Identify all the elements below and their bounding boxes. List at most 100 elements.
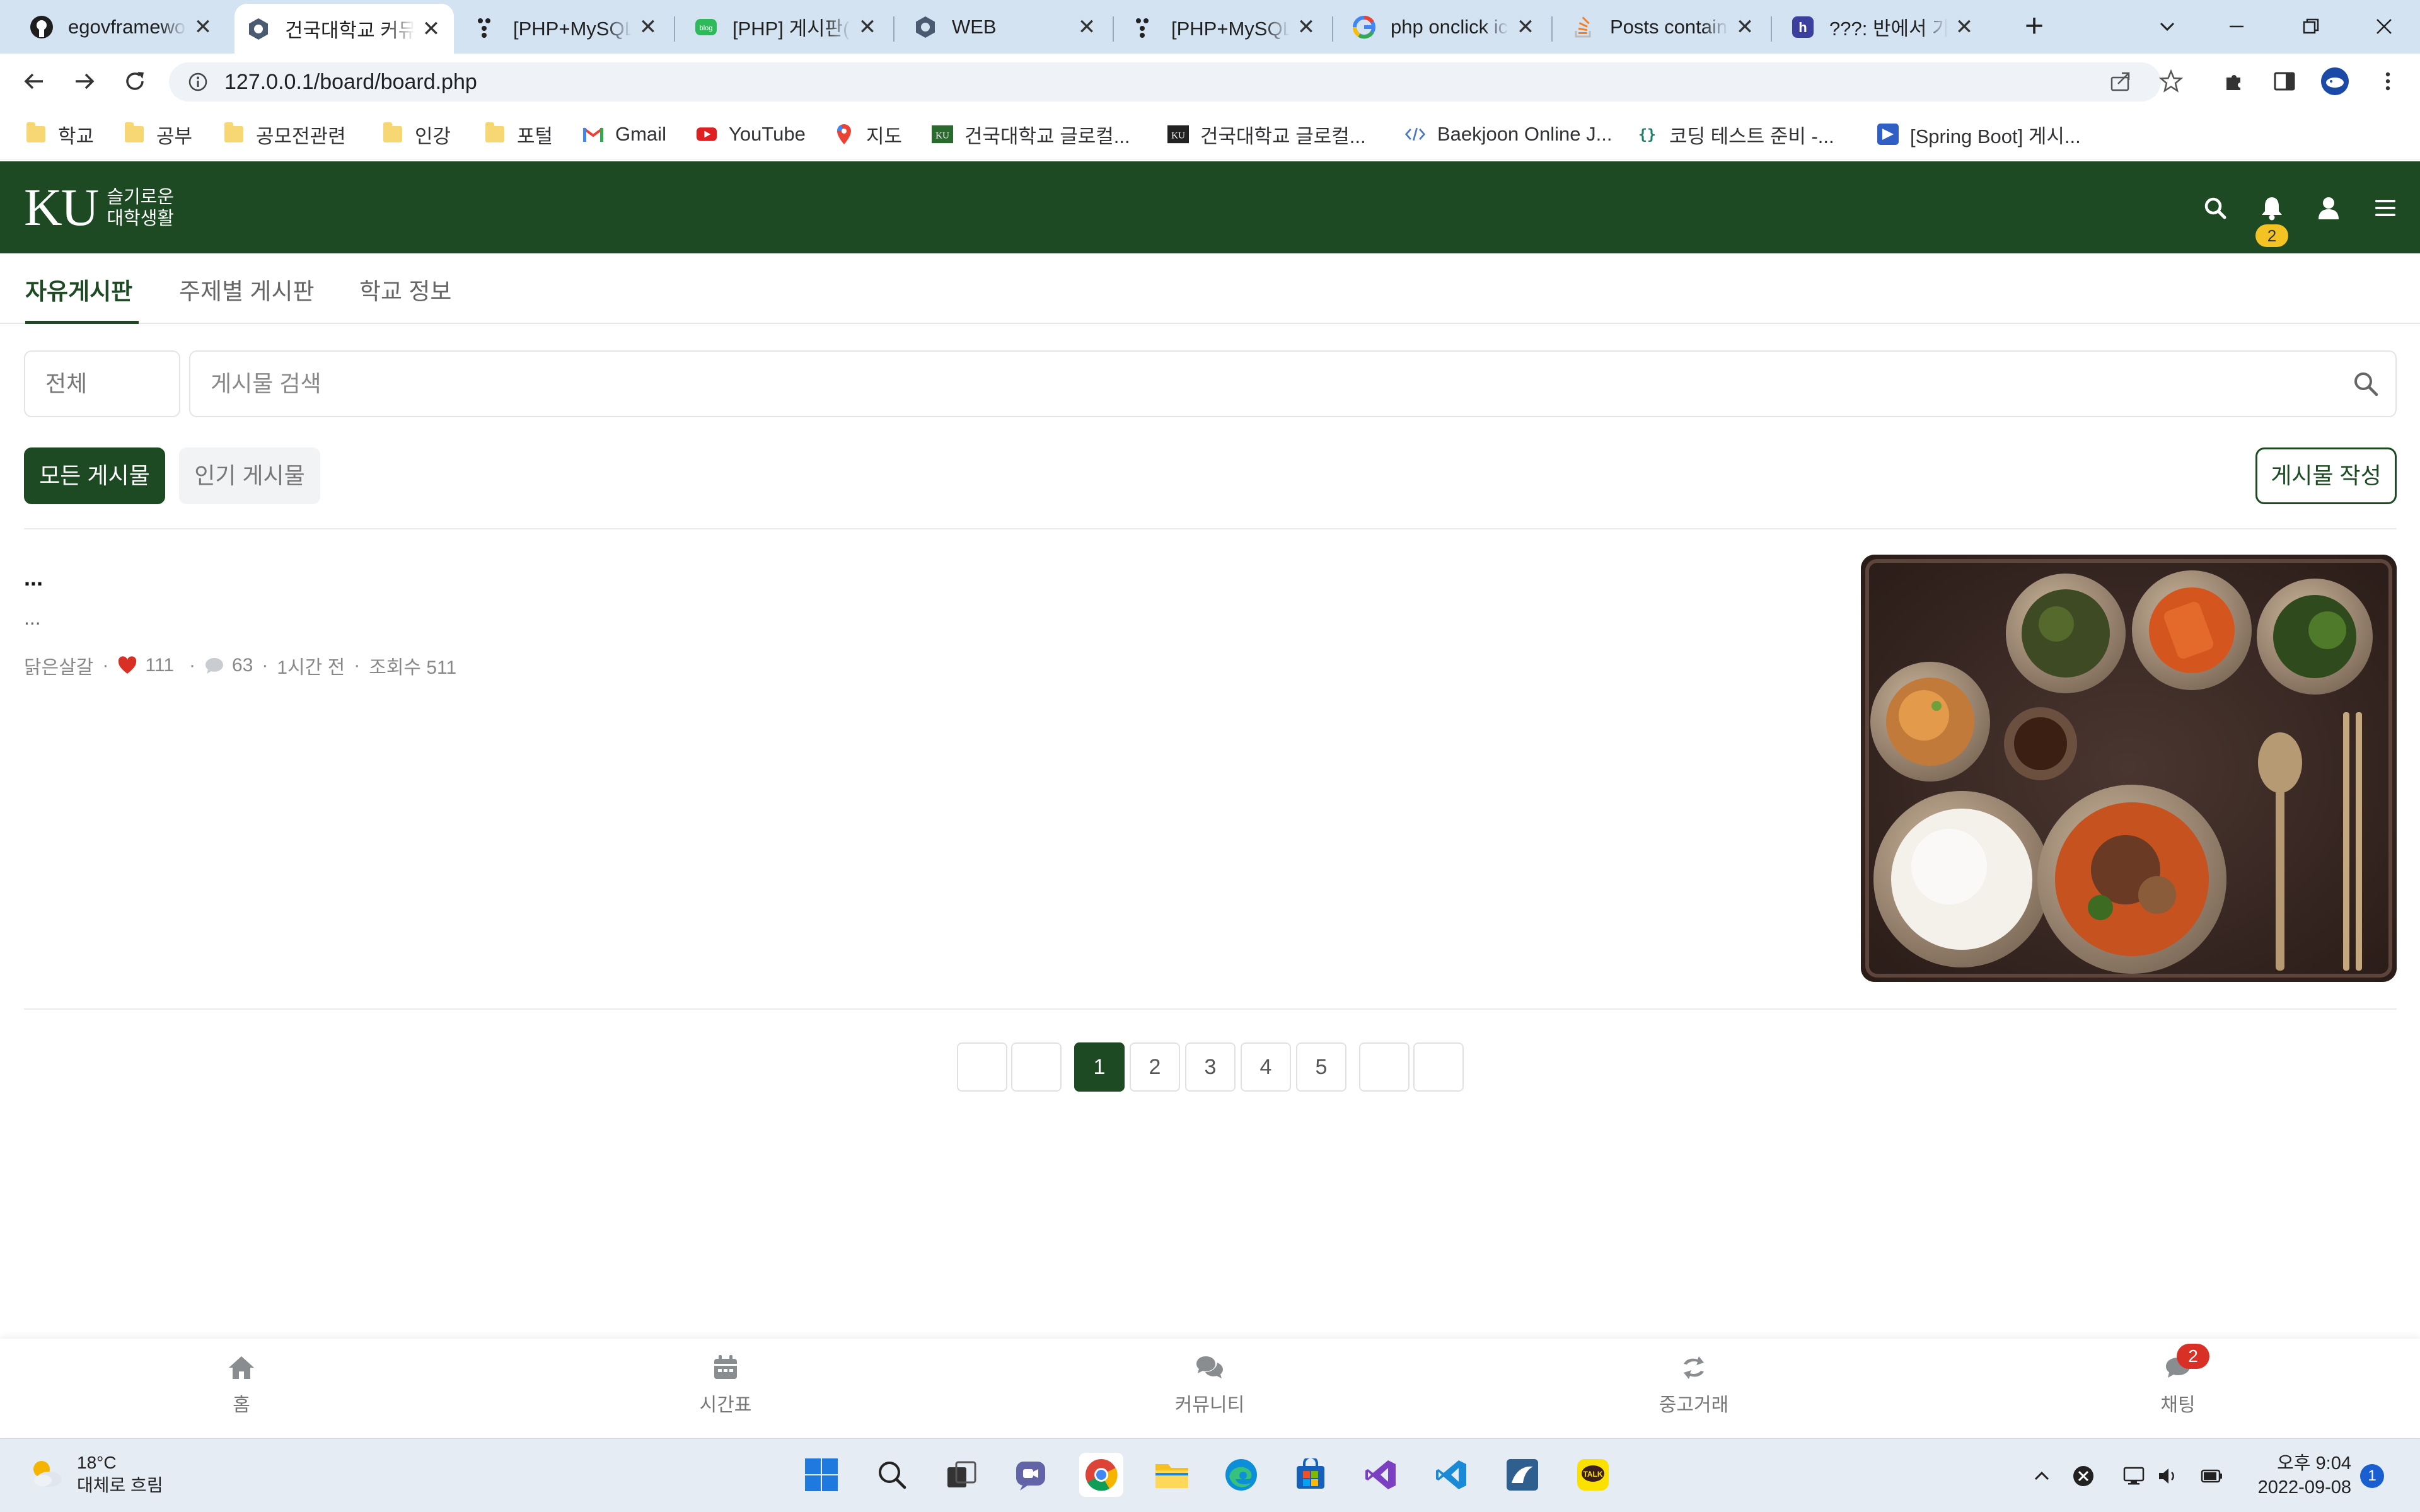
search-icon[interactable] [870,1453,914,1497]
page-button-5[interactable]: 5 [1296,1042,1346,1092]
task-view-icon[interactable] [939,1453,983,1497]
tab-free-board[interactable]: 자유게시판 [25,272,139,324]
browser-tab[interactable]: WEB ✕ [901,4,1109,50]
restore-icon[interactable] [2292,8,2330,45]
edge-icon[interactable] [1219,1453,1263,1497]
vscode-icon[interactable] [1430,1453,1474,1497]
search-icon[interactable] [2197,190,2233,226]
close-icon[interactable]: ✕ [1734,15,1756,39]
close-icon[interactable]: ✕ [192,15,214,39]
reload-icon[interactable] [116,62,154,100]
nav-marketplace[interactable]: 중고거래 [1631,1353,1757,1417]
browser-tab[interactable]: Posts containing ✕ [1560,4,1768,50]
search-scope-select[interactable]: 전체 [24,350,180,417]
close-icon[interactable]: ✕ [1075,15,1098,39]
bookmark-folder[interactable]: 학교 [25,118,94,151]
nav-timetable[interactable]: 시간표 [663,1353,789,1417]
bell-icon[interactable] [2254,190,2290,226]
bookmark-folder[interactable]: 포털 [484,118,553,151]
file-explorer-icon[interactable] [1150,1453,1194,1497]
page-button-3[interactable]: 3 [1185,1042,1236,1092]
browser-tab[interactable]: [PHP+MySQL] 게시판 ✕ [463,4,671,50]
write-post-button[interactable]: 게시물 작성 [2255,447,2397,504]
more-vertical-icon[interactable] [2371,65,2404,98]
bookmark-youtube[interactable]: YouTube [696,118,806,151]
bookmark-folder[interactable]: 인강 [382,118,451,151]
battery-icon[interactable] [2197,1462,2226,1491]
system-clock[interactable]: 오후 9:04 2022-09-08 [2244,1451,2351,1499]
mysql-workbench-icon[interactable] [1500,1453,1544,1497]
extensions-icon[interactable] [2218,65,2250,98]
popular-posts-button[interactable]: 인기 게시물 [179,447,320,504]
chrome-icon[interactable] [1079,1453,1123,1497]
new-tab-button[interactable]: + [2017,9,2052,45]
close-icon[interactable]: ✕ [856,15,879,39]
last-page-button[interactable] [1413,1042,1464,1092]
address-bar[interactable]: 127.0.0.1/board/board.php [169,62,2161,101]
teams-chat-icon[interactable] [1009,1453,1053,1497]
tab-search-icon[interactable] [2148,8,2186,45]
side-panel-icon[interactable] [2268,65,2301,98]
profile-avatar-icon[interactable] [2319,65,2351,98]
url-text[interactable]: 127.0.0.1/board/board.php [224,70,477,95]
windows-start-icon[interactable] [799,1453,843,1497]
minimize-icon[interactable] [2218,8,2255,45]
search-input[interactable]: 게시물 검색 [189,350,2397,417]
info-icon[interactable] [185,69,211,95]
bookmark-coding-test[interactable]: {} 코딩 테스트 준비 -... [1636,118,1834,151]
first-page-button[interactable] [957,1042,1007,1092]
close-icon[interactable]: ✕ [1514,15,1537,39]
next-page-button[interactable] [1359,1042,1410,1092]
close-window-icon[interactable] [2365,8,2403,45]
user-icon[interactable] [2311,190,2346,226]
tab-topic-board[interactable]: 주제별 게시판 [179,272,315,324]
browser-tab[interactable]: [PHP+MySQL] 게시판 ✕ [1121,4,1329,50]
bookmark-maps[interactable]: 지도 [833,118,902,151]
nav-community[interactable]: 커뮤니티 [1147,1353,1273,1417]
post-thumbnail[interactable] [1861,555,2397,982]
weather-widget[interactable]: 18°C 대체로 흐림 [28,1451,163,1497]
close-icon[interactable]: ✕ [637,15,659,39]
page-button-2[interactable]: 2 [1130,1042,1180,1092]
browser-tab[interactable]: php onclick icon ✕ [1340,4,1548,50]
bookmark-baekjoon[interactable]: Baekjoon Online J... [1404,118,1612,151]
notification-center-badge[interactable]: 1 [2360,1464,2384,1488]
bookmark-spring-boot[interactable]: [Spring Boot] 게시... [1877,118,2081,151]
bookmark-gmail[interactable]: Gmail [582,118,666,151]
chevron-up-icon[interactable] [2027,1462,2056,1491]
site-logo[interactable]: KU 슬기로운 대학생활 [24,182,174,234]
share-icon[interactable] [2104,65,2137,98]
bookmark-folder[interactable]: 공모전관련 [223,118,346,151]
bookmark-ku[interactable]: KU 건국대학교 글로컬... [1167,118,1366,151]
prev-page-button[interactable] [1011,1042,1062,1092]
kakaotalk-icon[interactable]: TALK [1571,1453,1615,1497]
tab-school-info[interactable]: 학교 정보 [359,272,451,324]
app-tray-icon[interactable] [2069,1462,2098,1491]
hamburger-menu-icon[interactable] [2368,190,2403,226]
close-icon[interactable]: ✕ [1295,15,1317,39]
page-button-1[interactable]: 1 [1074,1042,1125,1092]
post-title[interactable]: ... [24,565,43,591]
volume-icon[interactable] [2155,1462,2184,1491]
browser-tab-active[interactable]: 건국대학교 커뮤니티 ✕ [234,4,454,54]
microsoft-store-icon[interactable] [1288,1453,1333,1497]
all-posts-button[interactable]: 모든 게시물 [24,447,165,504]
search-icon[interactable] [2350,368,2382,400]
forward-arrow-icon[interactable] [66,62,103,100]
bookmarks-bar: 학교 공부 공모전관련 인강 포털 Gmail YouTube 지도 KU 건국대… [0,109,2420,159]
back-arrow-icon[interactable] [15,62,53,100]
browser-tab[interactable]: h ???: 반에서 가장 ✕ [1779,4,1987,50]
close-icon[interactable]: ✕ [420,17,443,41]
close-icon[interactable]: ✕ [1953,15,1976,39]
post-excerpt[interactable]: ... [24,606,41,630]
browser-tab[interactable]: egovframework ✕ [18,4,226,50]
bookmark-folder[interactable]: 공부 [124,118,192,151]
bookmark-ku[interactable]: KU 건국대학교 글로컬... [932,118,1130,151]
page-button-4[interactable]: 4 [1241,1042,1291,1092]
browser-tab[interactable]: blog [PHP] 게시판(페이징) ✕ [682,4,890,50]
visual-studio-icon[interactable] [1359,1453,1403,1497]
nav-home[interactable]: 홈 [178,1353,304,1417]
network-icon[interactable] [2121,1462,2150,1491]
exchange-icon [1684,1356,1704,1379]
star-icon[interactable] [2155,65,2187,98]
